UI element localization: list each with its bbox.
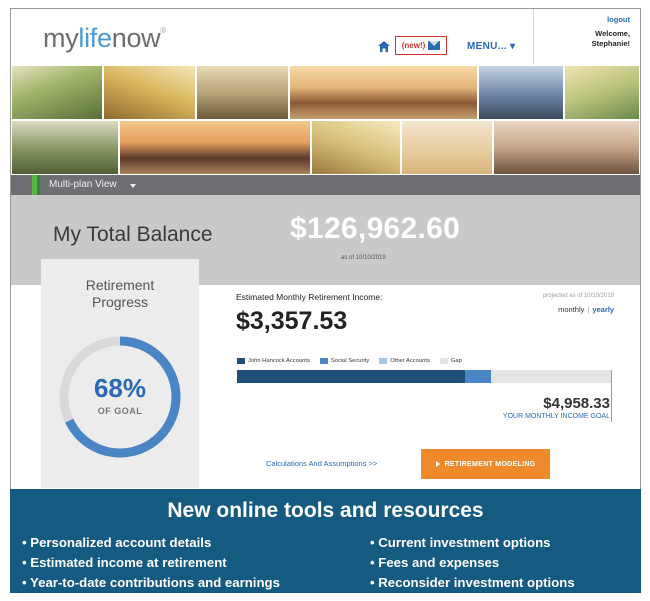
legend-label: John Hancock Accounts: [248, 358, 310, 364]
new-messages-button[interactable]: (new!): [395, 36, 447, 55]
banner-left-list: • Personalized account details • Estimat…: [22, 533, 280, 593]
photo-5: [478, 65, 564, 120]
monthly-toggle[interactable]: monthly: [558, 305, 584, 314]
legend-item: Gap: [439, 358, 462, 364]
yearly-toggle[interactable]: yearly: [592, 305, 614, 314]
photo-11: [493, 120, 640, 175]
progress-percent: 68%: [93, 373, 147, 403]
legend-swatch: [237, 358, 245, 364]
banner-item: • Fees and expenses: [370, 555, 500, 570]
legend-swatch: [319, 358, 328, 364]
progress-goal-label: OF GOAL: [97, 406, 143, 416]
legend-item: Social Security: [319, 358, 370, 364]
retirement-modeling-button[interactable]: RETIREMENT MODELING: [421, 449, 550, 479]
income-bar: [237, 370, 611, 383]
estimated-income-value: $3,357.53: [236, 307, 348, 335]
banner-item: • Personalized account details: [22, 535, 212, 550]
photo-1: [11, 65, 103, 120]
logo[interactable]: mylifenow®: [43, 23, 166, 54]
header: mylifenow® (new!) MENU... ▾ logout Welco…: [11, 9, 640, 65]
progress-gauge: 68% OF GOAL: [58, 335, 182, 459]
total-balance-amount: $126,962.60: [290, 212, 461, 245]
projected-as-of: projected as of 10/10/2019: [542, 293, 614, 299]
multi-plan-view-label: Multi-plan View: [49, 179, 117, 190]
total-balance-title: My Total Balance: [53, 223, 213, 246]
photo-2: [103, 65, 196, 120]
photo-10: [401, 120, 493, 175]
chevron-down-icon: [130, 184, 136, 188]
banner-item: • Reconsider investment options: [370, 575, 575, 590]
legend-swatch: [439, 358, 448, 364]
legend-swatch: [379, 358, 388, 364]
legend-label: Social Security: [330, 358, 370, 364]
plan-accent-2: [37, 175, 40, 195]
envelope-icon: [428, 41, 441, 50]
photo-7: [11, 120, 119, 175]
income-bar-segment: [491, 370, 611, 383]
legend-label: Gap: [450, 358, 462, 364]
legend-item: John Hancock Accounts: [237, 358, 310, 364]
promo-banner: New online tools and resources • Persona…: [10, 489, 641, 593]
welcome-message: Welcome, Stephanie!: [591, 29, 630, 48]
income-goal-label: YOUR MONTHLY INCOME GOAL: [502, 413, 610, 420]
play-arrow-icon: [435, 461, 440, 467]
retirement-progress-title: Retirement Progress: [85, 277, 155, 310]
photo-8: [119, 120, 311, 175]
calculations-link[interactable]: Calculations And Assumptions >>: [266, 459, 377, 468]
income-bar-segment: [465, 370, 491, 383]
banner-item: • Year-to-date contributions and earning…: [22, 575, 280, 590]
legend-item: Other Accounts: [379, 358, 430, 364]
menu-button[interactable]: MENU... ▾: [467, 41, 515, 52]
photo-3: [196, 65, 289, 120]
banner-right-list: • Current investment options • Fees and …: [370, 533, 575, 593]
photo-4: [289, 65, 478, 120]
legend-label: Other Accounts: [390, 358, 430, 364]
header-divider: [533, 9, 534, 65]
banner-item: • Current investment options: [370, 535, 551, 550]
period-toggle: monthly | yearly: [558, 305, 614, 314]
banner-item: • Estimated income at retirement: [22, 555, 227, 570]
photo-6: [564, 65, 640, 120]
income-legend: John Hancock Accounts Social Security Othe…: [237, 358, 462, 364]
multi-plan-view-bar[interactable]: Multi-plan View: [11, 175, 640, 195]
photo-collage: [11, 65, 640, 175]
estimated-income-label: Estimated Monthly Retirement Income:: [236, 292, 383, 302]
home-icon[interactable]: [378, 41, 390, 52]
income-goal-value: $4,958.33: [543, 395, 610, 412]
banner-title: New online tools and resources: [167, 499, 484, 522]
balance-as-of: as of 10/10/2019: [341, 255, 386, 261]
photo-9: [311, 120, 401, 175]
goal-marker: [611, 370, 612, 422]
retirement-progress-card: Retirement Progress 68% OF GOAL: [41, 259, 199, 488]
new-badge-label: (new!): [401, 41, 426, 50]
income-bar-segment: [237, 370, 465, 383]
logout-link[interactable]: logout: [607, 15, 630, 24]
